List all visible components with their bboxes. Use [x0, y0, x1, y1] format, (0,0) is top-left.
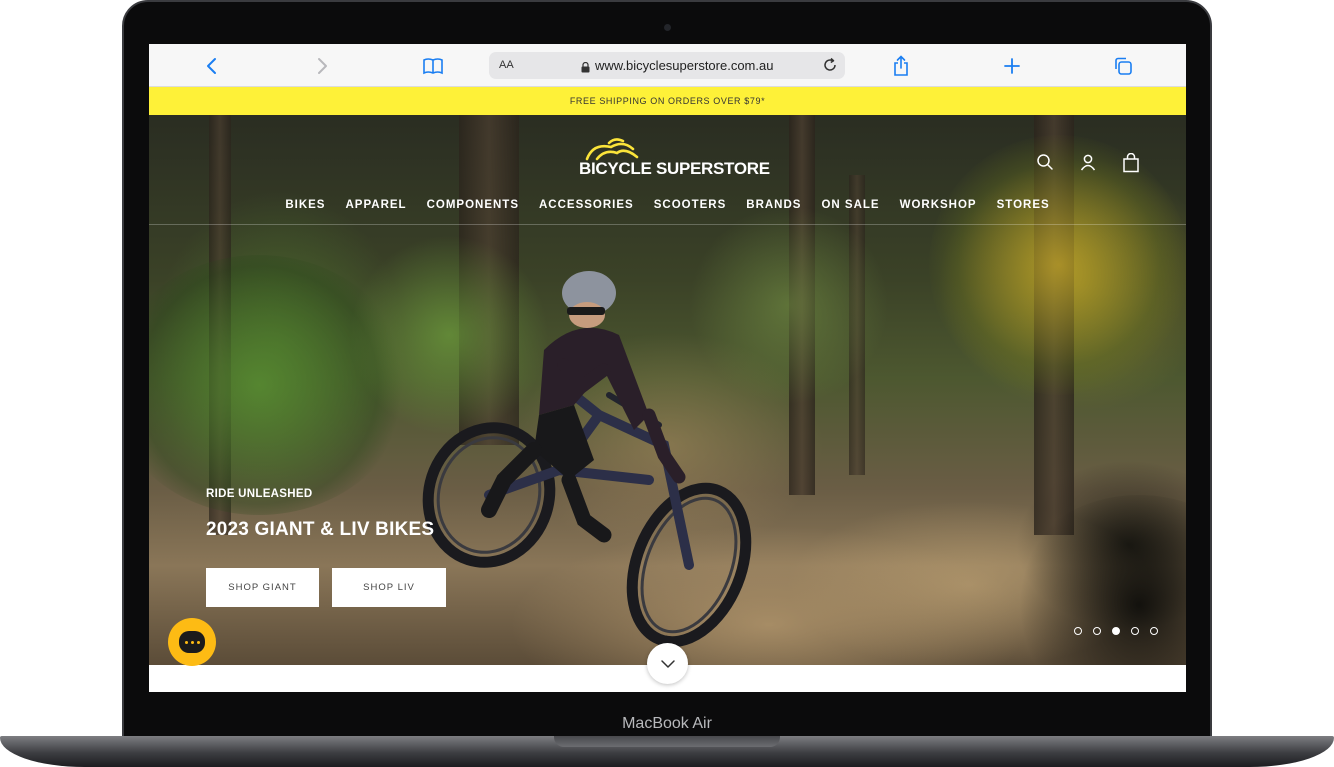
- share-icon[interactable]: [888, 53, 914, 79]
- nav-components[interactable]: COMPONENTS: [417, 197, 529, 224]
- shop-giant-button[interactable]: SHOP GIANT: [206, 568, 319, 607]
- address-bar[interactable]: AA www.bicyclesuperstore.com.au: [489, 52, 845, 79]
- camera: [664, 24, 671, 31]
- nav-brands[interactable]: BRANDS: [736, 197, 811, 224]
- scroll-down-button[interactable]: [647, 643, 688, 684]
- reload-icon[interactable]: [822, 57, 838, 78]
- header-actions: [1036, 152, 1140, 178]
- browser-toolbar: AA www.bicyclesuperstore.com.au: [149, 44, 1186, 87]
- nav-on-sale[interactable]: ON SALE: [811, 197, 889, 224]
- nav-scooters[interactable]: SCOOTERS: [644, 197, 737, 224]
- bookmarks-icon[interactable]: [420, 53, 446, 79]
- promo-text: FREE SHIPPING ON ORDERS OVER $79*: [569, 96, 766, 106]
- nav-apparel[interactable]: APPAREL: [335, 197, 416, 224]
- hero-banner: BICYCLE SUPERSTORE BIKES APPAREL COMPONE…: [149, 115, 1186, 665]
- forward-icon[interactable]: [309, 53, 335, 79]
- cart-icon[interactable]: [1122, 152, 1140, 178]
- account-icon[interactable]: [1079, 153, 1097, 178]
- back-icon[interactable]: [199, 53, 225, 79]
- hero-headline: 2023 GIANT & LIV BIKES: [206, 519, 435, 540]
- nav-bikes[interactable]: BIKES: [275, 197, 335, 224]
- promo-banner: FREE SHIPPING ON ORDERS OVER $79*: [149, 87, 1186, 115]
- nav-accessories[interactable]: ACCESSORIES: [529, 197, 644, 224]
- new-tab-icon[interactable]: [999, 53, 1025, 79]
- text-size-button[interactable]: AA: [499, 59, 514, 71]
- lock-icon: [581, 60, 590, 78]
- laptop-notch: [554, 736, 780, 747]
- carousel-dot[interactable]: [1093, 627, 1101, 635]
- carousel-dot-active[interactable]: [1112, 627, 1120, 635]
- screen: AA www.bicyclesuperstore.com.au FREE SHI…: [149, 44, 1186, 692]
- nav-workshop[interactable]: WORKSHOP: [890, 197, 987, 224]
- carousel-dot[interactable]: [1074, 627, 1082, 635]
- chat-icon: [179, 631, 205, 653]
- hero-kicker: RIDE UNLEASHED: [206, 488, 313, 500]
- search-icon[interactable]: [1036, 153, 1054, 178]
- tabs-icon[interactable]: [1110, 53, 1136, 79]
- logo-text: BICYCLE SUPERSTORE: [579, 159, 770, 178]
- url-text[interactable]: www.bicyclesuperstore.com.au: [595, 58, 773, 73]
- shop-liv-button[interactable]: SHOP LIV: [332, 568, 446, 607]
- site-logo[interactable]: BICYCLE SUPERSTORE: [577, 137, 770, 181]
- carousel-dots: [1074, 627, 1158, 635]
- rider-image: [422, 271, 752, 648]
- chevron-down-icon: [660, 659, 675, 668]
- chat-button[interactable]: [168, 618, 216, 666]
- nav-stores[interactable]: STORES: [987, 197, 1060, 224]
- carousel-dot[interactable]: [1150, 627, 1158, 635]
- carousel-dot[interactable]: [1131, 627, 1139, 635]
- main-nav: BIKES APPAREL COMPONENTS ACCESSORIES SCO…: [149, 197, 1186, 225]
- device-model-label: MacBook Air: [622, 715, 712, 732]
